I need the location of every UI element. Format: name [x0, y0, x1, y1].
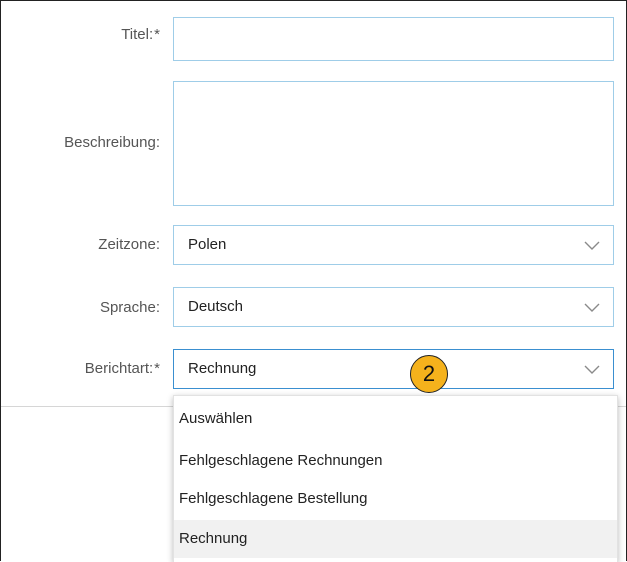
dropdown-option[interactable]: Fehlgeschlagene Rechnungen	[174, 442, 617, 480]
dropdown-option[interactable]: Auswählen	[174, 400, 617, 438]
report-type-value: Rechnung	[188, 360, 257, 377]
report-type-select[interactable]: Rechnung	[173, 349, 614, 389]
description-label: Beschreibung:	[64, 134, 160, 151]
dropdown-option[interactable]: Fehlgeschlagene Bestellung	[174, 480, 617, 518]
chevron-down-icon	[583, 238, 601, 252]
language-value: Deutsch	[188, 298, 244, 315]
title-label: Titel:*	[121, 26, 160, 43]
report-type-label: Berichtart:*	[84, 360, 160, 377]
report-type-dropdown: Auswählen Fehlgeschlagene Rechnungen Feh…	[173, 395, 618, 562]
language-select[interactable]: Deutsch	[173, 287, 614, 327]
step-marker-badge: 2	[410, 355, 448, 393]
timezone-select[interactable]: Polen	[173, 225, 614, 265]
description-textarea[interactable]	[173, 81, 614, 206]
chevron-down-icon	[583, 362, 601, 376]
report-form: Titel:* Beschreibung: Zeitzone: Polen Sp…	[0, 0, 627, 562]
title-input[interactable]	[173, 17, 614, 61]
language-label: Sprache:	[99, 299, 160, 316]
timezone-label: Zeitzone:	[98, 236, 160, 253]
dropdown-option-selected[interactable]: Rechnung	[174, 520, 617, 558]
timezone-value: Polen	[188, 236, 227, 253]
chevron-down-icon	[583, 300, 601, 314]
